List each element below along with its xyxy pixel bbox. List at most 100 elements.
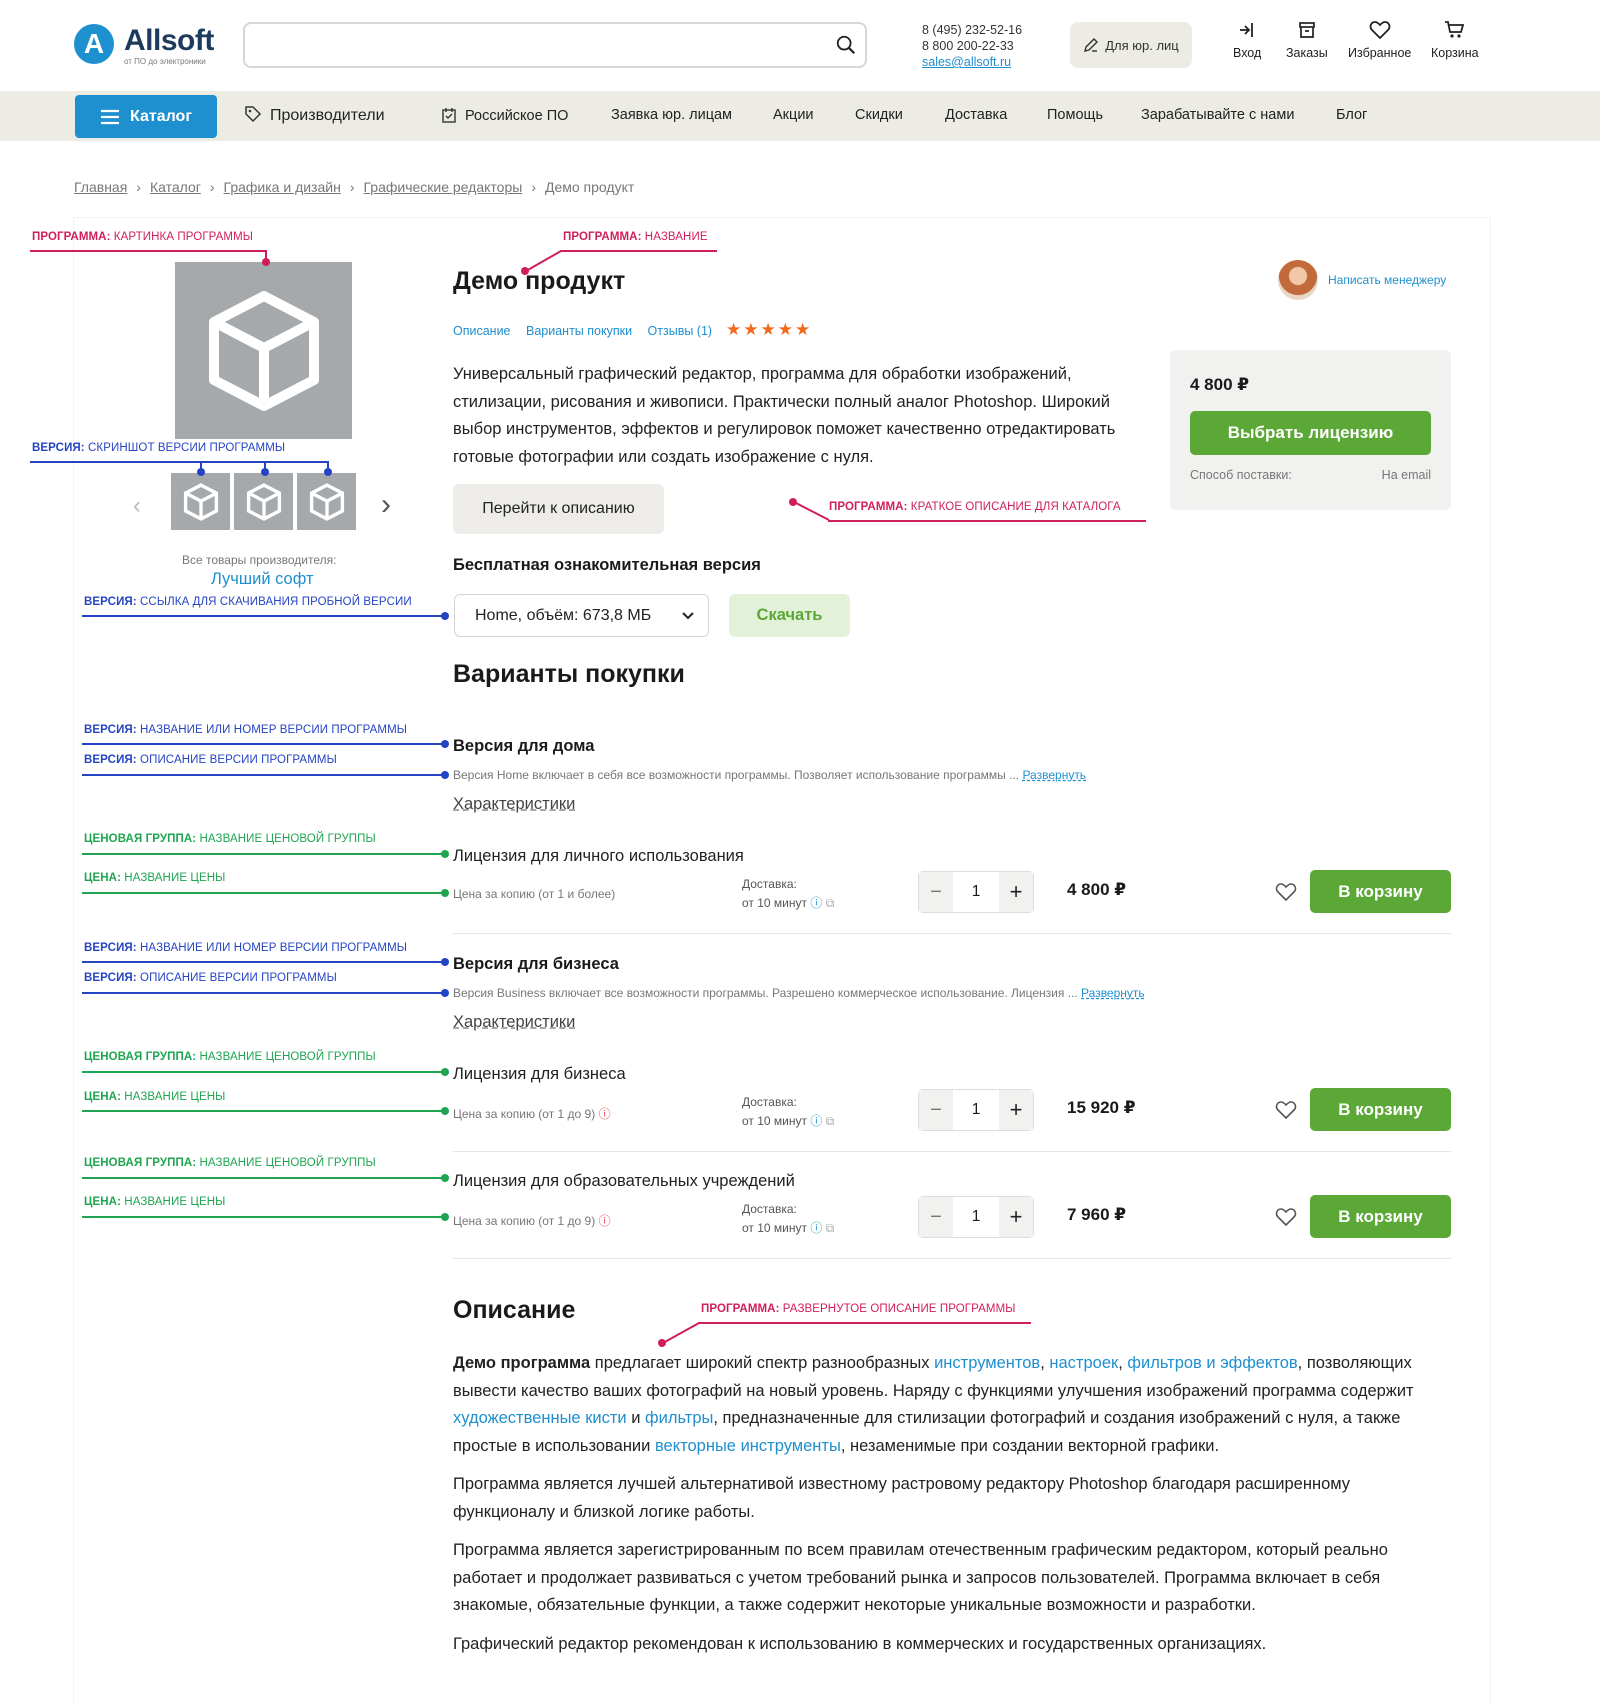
link-filters[interactable]: фильтры: [645, 1409, 713, 1427]
annotation-line: [82, 961, 444, 963]
price-group-name: Лицензия для образовательных учреждений: [453, 1172, 795, 1190]
download-button[interactable]: Скачать: [729, 594, 850, 637]
chevron-right-icon[interactable]: ›: [381, 488, 391, 522]
expand-link[interactable]: Развернуть: [1022, 768, 1086, 782]
annotation-line: [82, 743, 444, 745]
logo-icon[interactable]: A: [74, 24, 114, 64]
text: предлагает широкий спектр разнообразных: [590, 1354, 935, 1372]
nav-item-blog[interactable]: Блог: [1336, 107, 1367, 123]
manager-contact[interactable]: Написать менеджеру: [1278, 260, 1446, 300]
alert-icon[interactable]: ⓘ: [599, 1107, 611, 1121]
tab-purchase-options[interactable]: Варианты покупки: [526, 324, 632, 338]
plus-button[interactable]: +: [999, 872, 1033, 912]
breadcrumb-catalog[interactable]: Каталог: [150, 179, 201, 195]
quantity-value[interactable]: 1: [953, 1090, 999, 1130]
chevron-right-icon: ›: [209, 179, 215, 195]
annotation-bold: ЦЕНА:: [84, 1196, 122, 1208]
add-to-cart-button[interactable]: В корзину: [1310, 1195, 1451, 1238]
nav-item-help[interactable]: Помощь: [1047, 107, 1103, 123]
characteristics-link[interactable]: Характеристики: [453, 1013, 575, 1032]
login-button[interactable]: Вход: [1233, 20, 1261, 60]
add-to-cart-button[interactable]: В корзину: [1310, 1088, 1451, 1131]
minus-button[interactable]: −: [919, 1090, 953, 1130]
screenshot-thumb[interactable]: [297, 473, 356, 530]
annotation-bold: ЦЕНОВАЯ ГРУППА:: [84, 1051, 197, 1063]
product-image[interactable]: [175, 262, 352, 439]
favorites-button[interactable]: Избранное: [1348, 20, 1411, 60]
link-tools[interactable]: инструментов: [934, 1354, 1040, 1372]
plus-button[interactable]: +: [999, 1197, 1033, 1237]
phone-1[interactable]: 8 (495) 232-52-16: [922, 22, 1022, 38]
heart-icon[interactable]: [1275, 1100, 1297, 1120]
annotation-line: [82, 615, 444, 617]
nav-item-promotions[interactable]: Акции: [773, 107, 814, 123]
version-description-text: Версия Home включает в себя все возможно…: [453, 768, 1020, 782]
nav-item-russian-software[interactable]: Российское ПО: [441, 107, 568, 124]
annotation-text: НАЗВАНИЕ ЦЕНОВОЙ ГРУППЫ: [196, 1051, 376, 1063]
cart-button[interactable]: Корзина: [1431, 20, 1479, 60]
nav-item-earn[interactable]: Зарабатывайте с нами: [1141, 107, 1294, 123]
alert-icon[interactable]: ⓘ: [599, 1214, 611, 1228]
quantity-stepper[interactable]: −1 +: [918, 1196, 1034, 1238]
add-to-cart-button[interactable]: В корзину: [1310, 870, 1451, 913]
minus-button[interactable]: −: [919, 1197, 953, 1237]
version-description-text: Версия Business включает все возможности…: [453, 986, 1078, 1000]
quantity-value[interactable]: 1: [953, 872, 999, 912]
info-icon[interactable]: ⓘ: [810, 896, 822, 910]
minus-button[interactable]: −: [919, 872, 953, 912]
price: 4 800 ₽: [1190, 375, 1250, 394]
choose-license-button[interactable]: Выбрать лицензию: [1190, 411, 1431, 455]
catalog-button[interactable]: Каталог: [75, 95, 217, 138]
breadcrumb-editors[interactable]: Графические редакторы: [364, 179, 523, 195]
edit-icon: [1084, 38, 1099, 52]
link-vector-tools[interactable]: векторные инструменты: [655, 1437, 841, 1455]
screenshot-thumb[interactable]: [171, 473, 230, 530]
delivery-info: Доставка: от 10 минут ⓘ ⧉: [742, 1200, 834, 1238]
quantity-stepper[interactable]: −1 +: [918, 1089, 1034, 1131]
annotation-full-description: ПРОГРАММА: РАЗВЕРНУТОЕ ОПИСАНИЕ ПРОГРАММ…: [701, 1303, 1016, 1315]
email-link[interactable]: sales@allsoft.ru: [922, 54, 1022, 70]
nav-item-vendors[interactable]: Производители: [244, 105, 385, 125]
annotation-text: НАЗВАНИЕ ЦЕНЫ: [121, 1196, 226, 1208]
breadcrumb-home[interactable]: Главная: [74, 179, 127, 195]
search-icon[interactable]: [835, 34, 857, 56]
screenshot-thumb[interactable]: [234, 473, 293, 530]
search-input[interactable]: [243, 22, 867, 68]
plus-button[interactable]: +: [999, 1090, 1033, 1130]
nav-item-corporate-request[interactable]: Заявка юр. лицам: [611, 107, 732, 123]
quantity-stepper[interactable]: −1 +: [918, 871, 1034, 913]
vendor-link[interactable]: Лучший софт: [211, 570, 314, 589]
link-settings[interactable]: настроек: [1049, 1354, 1118, 1372]
goto-description-button[interactable]: Перейти к описанию: [453, 484, 664, 534]
expand-link[interactable]: Развернуть: [1081, 986, 1145, 1000]
row-price: 15 920 ₽: [1067, 1098, 1136, 1117]
nav-item-discounts[interactable]: Скидки: [855, 107, 903, 123]
phone-2[interactable]: 8 800 200-22-33: [922, 38, 1022, 54]
manager-link[interactable]: Написать менеджеру: [1328, 273, 1446, 287]
info-icon[interactable]: ⓘ: [810, 1114, 822, 1128]
heart-icon[interactable]: [1275, 1207, 1297, 1227]
heart-icon[interactable]: [1275, 882, 1297, 902]
tab-reviews[interactable]: Отзывы (1): [648, 324, 713, 338]
annotation-program-name: ПРОГРАММА: НАЗВАНИЕ: [563, 231, 708, 243]
logo-name[interactable]: Allsoft: [124, 24, 214, 58]
info-icon[interactable]: ⓘ: [810, 1221, 822, 1235]
corporate-button[interactable]: Для юр. лиц: [1070, 22, 1192, 68]
orders-button[interactable]: Заказы: [1286, 20, 1328, 60]
annotation-bold: ПРОГРАММА:: [829, 501, 908, 513]
link-brushes[interactable]: художественные кисти: [453, 1409, 627, 1427]
version-name: Версия для дома: [453, 737, 595, 755]
annotation-dot: [324, 468, 332, 476]
chevron-left-icon[interactable]: ‹: [133, 492, 141, 520]
annotation-dot: [441, 612, 449, 620]
link-filters-effects[interactable]: фильтров и эффектов: [1127, 1354, 1297, 1372]
annotation-text: НАЗВАНИЕ ЦЕНОВОЙ ГРУППЫ: [196, 833, 376, 845]
annotation-dot: [441, 740, 449, 748]
breadcrumb-graphics[interactable]: Графика и дизайн: [224, 179, 341, 195]
nav-item-delivery[interactable]: Доставка: [945, 107, 1007, 123]
characteristics-link[interactable]: Характеристики: [453, 795, 575, 814]
quantity-value[interactable]: 1: [953, 1197, 999, 1237]
divider: [453, 1151, 1451, 1152]
tab-description[interactable]: Описание: [453, 324, 511, 338]
trial-version-select[interactable]: Home, объём: 673,8 МБ: [454, 594, 709, 637]
